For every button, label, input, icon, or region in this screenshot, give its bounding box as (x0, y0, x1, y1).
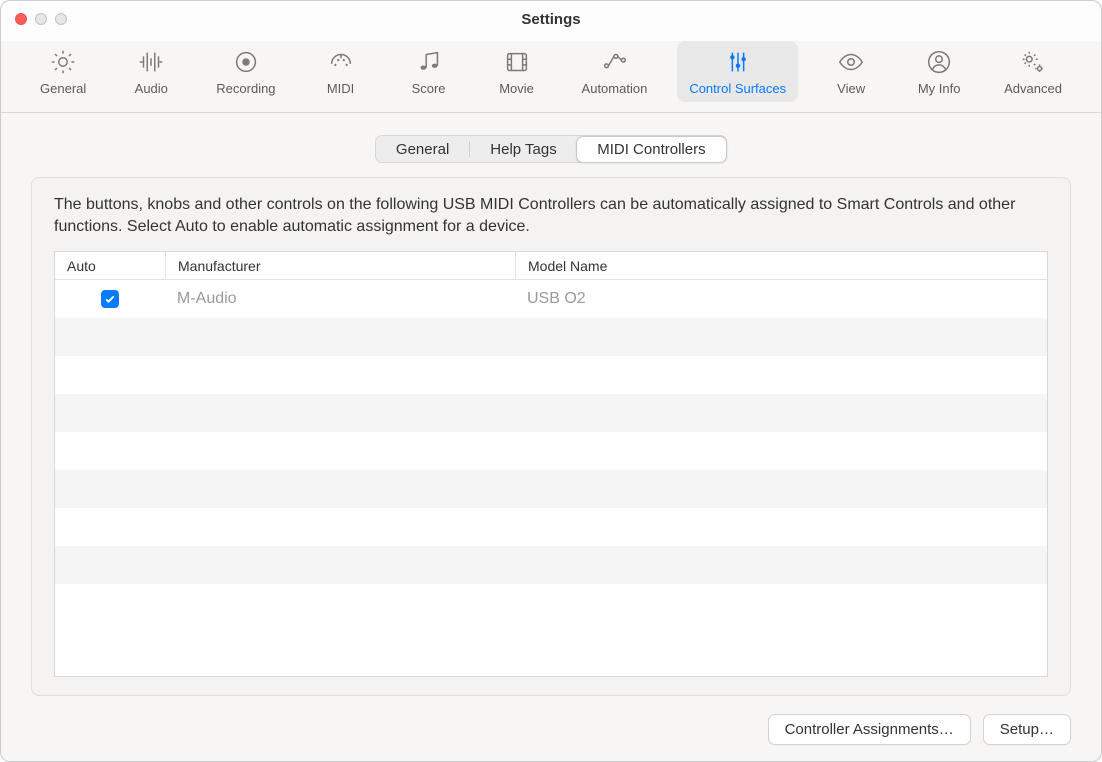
toolbar-label: General (40, 81, 86, 96)
toolbar-label: Recording (216, 81, 275, 96)
content-area: General Help Tags MIDI Controllers The b… (1, 113, 1101, 761)
toolbar-item-control-surfaces[interactable]: Control Surfaces (677, 41, 798, 102)
cell-manufacturer: M-Audio (165, 290, 515, 308)
titlebar: Settings (1, 1, 1101, 37)
gear-icon (46, 45, 80, 79)
table-row-empty (55, 318, 1047, 356)
setup-button[interactable]: Setup… (983, 714, 1071, 745)
minimize-button[interactable] (35, 13, 47, 25)
toolbar-item-my-info[interactable]: My Info (904, 41, 974, 102)
segmented-tabs: General Help Tags MIDI Controllers (375, 135, 727, 163)
automation-icon (597, 45, 631, 79)
column-header-manufacturer[interactable]: Manufacturer (165, 252, 515, 279)
toolbar-label: Audio (135, 81, 168, 96)
toolbar-item-movie[interactable]: Movie (482, 41, 552, 102)
cell-model: USB O2 (515, 290, 1047, 308)
table-row-empty (55, 394, 1047, 432)
sliders-icon (721, 45, 755, 79)
toolbar-label: Control Surfaces (689, 81, 786, 96)
toolbar-item-score[interactable]: Score (394, 41, 464, 102)
table-body: M-Audio USB O2 (55, 280, 1047, 676)
toolbar-item-view[interactable]: View (816, 41, 886, 102)
close-button[interactable] (15, 13, 27, 25)
person-icon (922, 45, 956, 79)
toolbar-item-general[interactable]: General (28, 41, 98, 102)
toolbar-item-recording[interactable]: Recording (204, 41, 287, 102)
footer-buttons: Controller Assignments… Setup… (31, 696, 1071, 745)
toolbar-label: MIDI (327, 81, 354, 96)
cell-auto (55, 290, 165, 308)
toolbar-label: Score (412, 81, 446, 96)
table-row[interactable]: M-Audio USB O2 (55, 280, 1047, 318)
panel: The buttons, knobs and other controls on… (31, 177, 1071, 696)
controllers-table: Auto Manufacturer Model Name M-Audio USB… (54, 251, 1048, 677)
waveform-icon (134, 45, 168, 79)
controller-assignments-button[interactable]: Controller Assignments… (768, 714, 971, 745)
table-row-empty (55, 470, 1047, 508)
toolbar-label: Automation (582, 81, 648, 96)
tab-general[interactable]: General (376, 136, 469, 162)
description-text: The buttons, knobs and other controls on… (54, 194, 1048, 237)
midi-icon (324, 45, 358, 79)
toolbar-label: View (837, 81, 865, 96)
toolbar-label: My Info (918, 81, 961, 96)
column-header-model[interactable]: Model Name (515, 252, 1047, 279)
table-row-empty (55, 508, 1047, 546)
toolbar-item-audio[interactable]: Audio (116, 41, 186, 102)
toolbar-item-automation[interactable]: Automation (570, 41, 660, 102)
record-icon (229, 45, 263, 79)
gears-icon (1016, 45, 1050, 79)
table-row-empty (55, 356, 1047, 394)
window-title: Settings (1, 11, 1101, 28)
toolbar-label: Movie (499, 81, 534, 96)
film-icon (500, 45, 534, 79)
table-row-empty (55, 546, 1047, 584)
column-header-auto[interactable]: Auto (55, 252, 165, 279)
table-row-empty (55, 432, 1047, 470)
eye-icon (834, 45, 868, 79)
traffic-lights (1, 13, 67, 25)
toolbar: General Audio Recording MIDI Score (1, 37, 1101, 113)
auto-checkbox[interactable] (101, 290, 119, 308)
toolbar-item-advanced[interactable]: Advanced (992, 41, 1074, 102)
tab-help-tags[interactable]: Help Tags (470, 136, 576, 162)
notes-icon (412, 45, 446, 79)
toolbar-label: Advanced (1004, 81, 1062, 96)
tab-midi-controllers[interactable]: MIDI Controllers (576, 136, 726, 163)
toolbar-item-midi[interactable]: MIDI (306, 41, 376, 102)
zoom-button[interactable] (55, 13, 67, 25)
settings-window: Settings General Audio Recording MIDI (0, 0, 1102, 762)
table-header: Auto Manufacturer Model Name (55, 252, 1047, 280)
